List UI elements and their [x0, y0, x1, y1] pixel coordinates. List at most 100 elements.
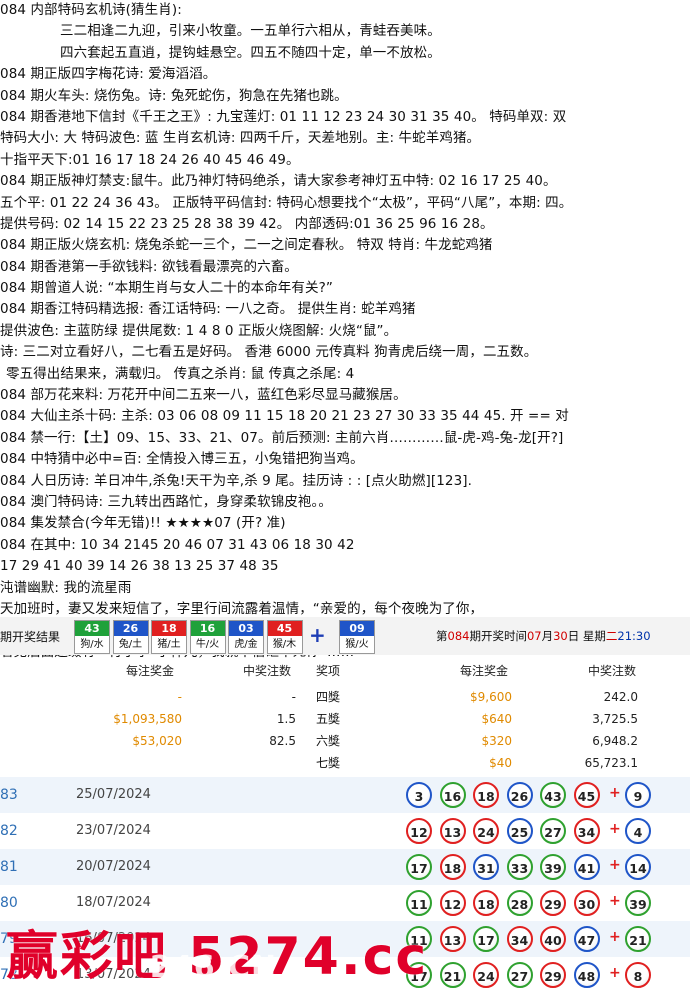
history-ball: 47	[573, 926, 600, 952]
history-date: 25/07/2024	[76, 787, 151, 802]
history-ball: 29	[540, 890, 566, 916]
plus-sign: +	[609, 821, 621, 837]
history-special-ball: 21	[625, 926, 651, 952]
history-ball: 25	[506, 818, 533, 844]
history-ball: 13	[439, 926, 466, 952]
history-ball: 29	[540, 962, 566, 988]
history-ball: 27	[540, 818, 566, 844]
prize-row: $53,020 82.5 六獎 $320 6,948.2	[0, 730, 690, 752]
draw-info: 第084期开奖时间07月30日 星期二21:30	[436, 629, 651, 643]
text-line: 五个平: 01 22 24 36 43。 正版特平码信封: 特码心想要找个“太极…	[0, 194, 573, 211]
text-line: 084 期正版四字梅花诗: 爱海滔滔。	[0, 66, 217, 83]
prize-count: -	[291, 690, 296, 704]
history-special-ball: 8	[625, 962, 651, 988]
prize-row: - - 四獎 $9,600 242.0	[0, 686, 690, 708]
prize-name: 四獎	[316, 690, 341, 704]
history-ball: 28	[506, 890, 533, 916]
history-ball: 40	[540, 926, 566, 952]
ball-zodiac: 兔/土	[118, 639, 143, 650]
history-date: 18/07/2024	[76, 895, 151, 910]
draw-ball: 43 狗/水	[74, 620, 110, 654]
history-special-ball: 14	[625, 854, 651, 880]
history-ball: 45	[573, 782, 600, 808]
draw-ball: 45 猴/木	[266, 620, 303, 654]
history-ball: 12	[439, 890, 466, 916]
col-header: 中奖注数	[588, 664, 637, 678]
draw-ball: 18 猪/土	[151, 620, 187, 654]
ball-zodiac: 猴/火	[345, 639, 369, 650]
plus-sign: +	[609, 857, 621, 873]
prize-amount: $53,020	[132, 734, 182, 748]
col-header: 每注奖金	[126, 664, 175, 678]
history-ball: 11	[406, 890, 432, 916]
draw-ball: 03 虎/金	[228, 620, 264, 654]
history-issue[interactable]: 80	[0, 895, 18, 911]
plus-sign: +	[609, 893, 621, 909]
draw-result-strip: 期开奖结果 43 狗/水 26 兔/土 18 猪/土 16 牛/火 03 虎/金 45 猴/木 09 猴/…	[0, 617, 690, 655]
ball-number: 16	[190, 621, 225, 636]
history-issue[interactable]: 83	[0, 787, 18, 803]
issue-number: 084	[447, 629, 470, 643]
draw-ball: 16 牛/火	[189, 620, 226, 654]
history-row: 81 20/07/2024 17 18 31 33 39 41 +14	[0, 849, 690, 885]
plus-sign: +	[609, 929, 621, 945]
history-ball: 21	[439, 962, 466, 988]
col-header: 中奖注数	[243, 664, 292, 678]
history-ball: 24	[473, 962, 499, 988]
prize-count: 3,725.5	[592, 712, 638, 726]
draw-time: 21:30	[617, 629, 651, 643]
watermark-sub: 246.CN	[150, 950, 278, 985]
article-text: 084 内部特码玄机诗(猜生肖): 三二相逢二九迎，引来小牧童。一五单行六相从，青…	[0, 0, 690, 663]
prize-row: 七獎 $40 65,723.1	[0, 752, 690, 774]
history-ball: 3	[406, 782, 432, 808]
history-ball: 34	[506, 926, 533, 952]
prize-name: 六獎	[316, 734, 341, 748]
text-line: 三二相逢二九迎，引来小牧童。一五单行六相从，青蛙吞美味。	[60, 23, 441, 40]
text-line: 084 期香港第一手欲钱料: 欲钱看最漂亮的六畜。	[0, 258, 298, 275]
text-line: 084 在其中: 10 34 2145 20 46 07 31 43 06 18…	[0, 536, 355, 553]
text-line: 084 部万花来料: 万花开中间二五来一八，蓝红色彩尽显马藏猴居。	[0, 387, 407, 404]
text-line: 零五得出结果来，满载归。 传真之杀肖: 鼠 传真之杀尾: 4	[6, 365, 355, 382]
history-ball: 48	[573, 962, 600, 988]
text-line: 084 期正版火烧玄机: 烧兔杀蛇一三个，二一之间定春秋。 特双 特肖: 牛龙蛇…	[0, 237, 493, 254]
text-line: 084 中特猜中必中=百: 全情投入博三五，小兔错把狗当鸡。	[0, 451, 364, 468]
draw-special-ball: 09 猴/火	[339, 620, 375, 654]
ball-zodiac: 狗/水	[80, 639, 104, 650]
history-issue[interactable]: 82	[0, 823, 18, 839]
history-ball: 34	[573, 818, 600, 844]
prize-amount: $9,600	[470, 690, 512, 704]
history-issue[interactable]: 81	[0, 859, 18, 875]
history-ball: 41	[573, 854, 600, 880]
history-ball: 39	[540, 854, 566, 880]
history-ball: 18	[439, 854, 466, 880]
draw-result-label: 期开奖结果	[0, 630, 61, 644]
text-line: 十指平天下:01 16 17 18 24 26 40 45 46 49。	[0, 151, 300, 168]
prize-count: 65,723.1	[584, 756, 638, 770]
history-ball: 26	[506, 782, 533, 808]
history-ball: 43	[540, 782, 566, 808]
history-ball: 13	[439, 818, 466, 844]
history-ball: 16	[439, 782, 466, 808]
history-special-ball: 4	[625, 818, 651, 844]
text-line: 084 期香港地下信封《千王之王》: 九宝莲灯: 01 11 12 23 24 …	[0, 108, 567, 125]
ball-number: 45	[267, 621, 302, 636]
text-line: 特码大小: 大 特码波色: 蓝 生肖玄机诗: 四两千斤，天差地别。主: 牛蛇羊鸡…	[0, 130, 481, 147]
history-special-ball: 39	[625, 890, 651, 916]
text-line: 084 期曾道人说: “本期生肖与女人二十的本命年有关?”	[0, 280, 333, 297]
history-ball: 31	[473, 854, 499, 880]
prize-amount: $1,093,580	[113, 712, 182, 726]
ball-number: 18	[152, 621, 186, 636]
prize-table: 每注奖金 中奖注数 奖项 每注奖金 中奖注数 - - 四獎 $9,600 242.0 $1…	[0, 660, 690, 770]
text-line: 084 澳门特码诗: 三九转出西路忙，身穿柔软锦皮袍。。	[0, 493, 332, 510]
text-line: 084 禁一行:【土】09、15、33、21、07。前后预测: 主前六肖……………	[0, 429, 564, 446]
prize-count: 6,948.2	[592, 734, 638, 748]
col-header: 奖项	[316, 664, 341, 678]
col-header: 每注奖金	[460, 664, 509, 678]
text-line: 084 内部特码玄机诗(猜生肖):	[0, 2, 182, 18]
history-date: 23/07/2024	[76, 823, 151, 838]
prize-name: 七獎	[316, 756, 341, 770]
history-ball: 18	[473, 782, 499, 808]
plus-sign: +	[609, 965, 621, 981]
ball-zodiac: 牛/火	[195, 639, 220, 650]
text-line: 084 期火车头: 烧伤兔。诗: 兔死蛇伤，狗急在先猪也跳。	[0, 87, 348, 104]
